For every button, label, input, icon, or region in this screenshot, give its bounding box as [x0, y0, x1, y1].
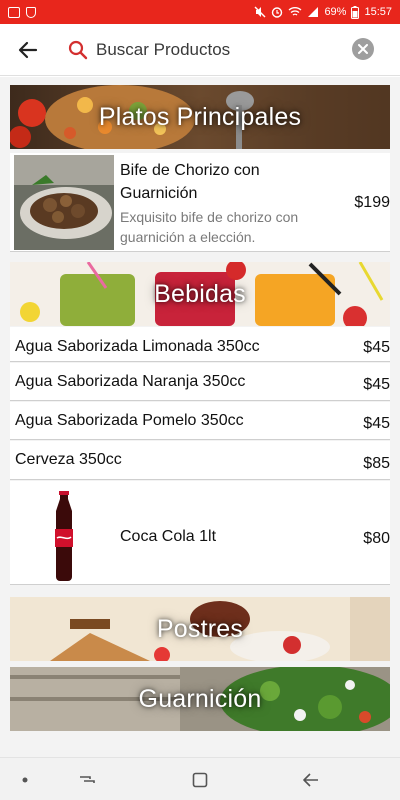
- product-item-cerveza[interactable]: Cerveza 350cc $85: [10, 441, 390, 480]
- product-item-agua-naranja[interactable]: Agua Saborizada Naranja 350cc $45: [10, 363, 390, 401]
- back-nav-button[interactable]: [286, 758, 336, 800]
- search-bar: [0, 24, 400, 76]
- hand-icon: [26, 6, 36, 18]
- search-input[interactable]: [90, 29, 340, 70]
- product-name: Coca Cola 1lt: [120, 528, 217, 545]
- section-title: Bebidas: [154, 279, 246, 308]
- product-description-line1: Exquisito bife de chorizo con: [120, 209, 299, 225]
- back-icon: [303, 772, 318, 787]
- product-price: $80: [363, 530, 390, 547]
- dot-icon: [22, 777, 28, 782]
- dot-button[interactable]: [0, 758, 50, 800]
- product-name: Cerveza 350cc: [15, 451, 122, 468]
- product-item-agua-limonada[interactable]: Agua Saborizada Limonada 350cc $45: [10, 327, 390, 362]
- system-navigation-bar: [0, 757, 400, 800]
- product-name: Agua Saborizada Pomelo 350cc: [15, 412, 244, 429]
- product-name-line2: Guarnición: [120, 185, 198, 202]
- product-name: Agua Saborizada Naranja 350cc: [15, 373, 246, 390]
- clock: 15:57: [364, 6, 392, 18]
- product-item-bife-de-chorizo[interactable]: Bife de Chorizo con Guarnición Exquisito…: [10, 153, 390, 252]
- section-title: Postres: [156, 614, 244, 643]
- product-item-coca-cola[interactable]: Coca Cola 1lt $80: [10, 481, 390, 585]
- product-name-line1: Bife de Chorizo con: [120, 162, 260, 179]
- wifi-icon: [289, 7, 302, 16]
- product-price: $45: [363, 415, 390, 432]
- signal-icon: [308, 7, 319, 17]
- home-button[interactable]: [175, 758, 225, 800]
- product-price: $199: [354, 194, 390, 211]
- section-banner-guarnicion[interactable]: Guarnición: [10, 667, 390, 731]
- product-item-agua-pomelo[interactable]: Agua Saborizada Pomelo 350cc $45: [10, 402, 390, 440]
- section-banner-platos-principales[interactable]: Platos Principales: [10, 85, 390, 149]
- recent-apps-button[interactable]: [62, 758, 112, 800]
- clear-icon: [358, 44, 368, 54]
- back-button[interactable]: [0, 24, 56, 76]
- section-title: Platos Principales: [98, 102, 302, 131]
- product-price: $85: [363, 455, 390, 472]
- product-price: $45: [363, 339, 390, 356]
- battery-percent: 69%: [324, 6, 347, 18]
- product-list: Platos Principales Bife de Chorizo con G…: [0, 77, 400, 757]
- section-banner-postres[interactable]: Postres: [10, 597, 390, 661]
- product-name: Agua Saborizada Limonada 350cc: [15, 338, 260, 355]
- arrow-left-icon: [18, 41, 38, 58]
- alarm-icon: [272, 7, 283, 18]
- recent-apps-icon: [80, 775, 95, 783]
- image-icon: [8, 6, 20, 18]
- home-icon: [192, 772, 208, 787]
- section-title: Guarnición: [138, 684, 262, 713]
- section-banner-bebidas[interactable]: Bebidas: [10, 262, 390, 326]
- search-icon: [66, 24, 90, 76]
- product-image-coca-cola: [55, 491, 73, 581]
- status-bar: 69% 15:57: [0, 0, 400, 24]
- product-description-line2: guarnición a elección.: [120, 229, 256, 245]
- mute-icon: [254, 6, 266, 18]
- product-price: $45: [363, 376, 390, 393]
- clear-button[interactable]: [352, 38, 374, 60]
- product-image-bife: [14, 155, 114, 250]
- battery-icon: [351, 5, 360, 19]
